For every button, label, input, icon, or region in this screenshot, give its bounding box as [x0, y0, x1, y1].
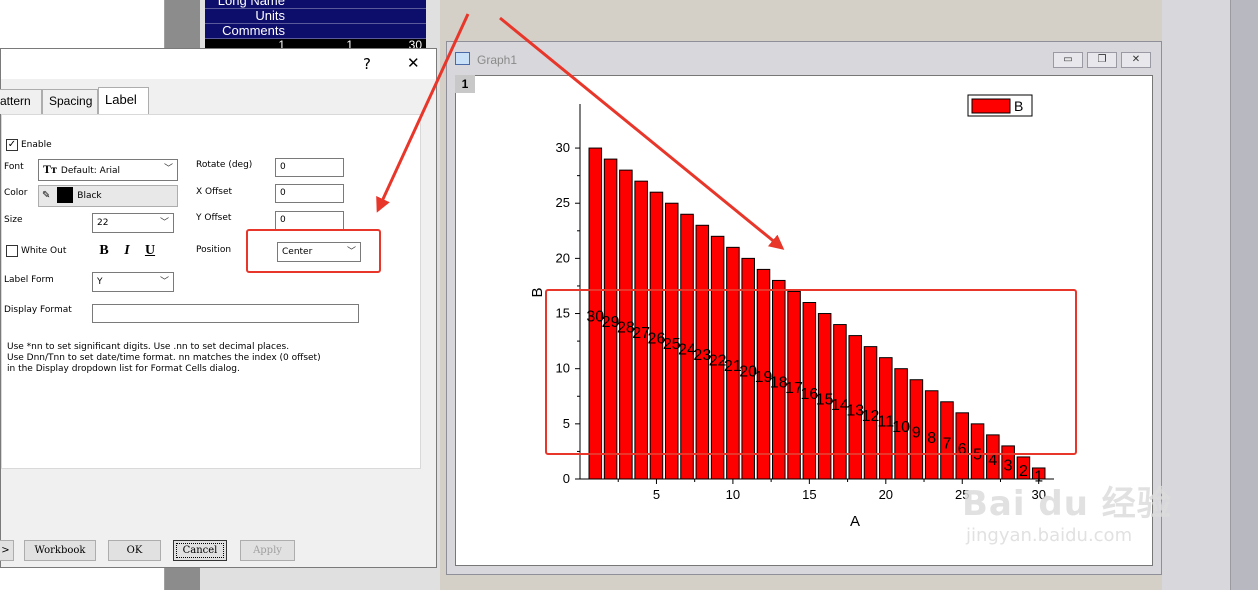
y-tick-label: 30 — [556, 140, 570, 155]
font-value: Default: Arial — [60, 166, 121, 176]
chevron-down-icon: ﹀ — [159, 218, 169, 228]
ok-button[interactable]: OK — [108, 540, 161, 561]
enable-label: Enable — [21, 140, 52, 150]
sheet-cell[interactable] — [289, 24, 357, 39]
bold-button[interactable]: B — [95, 242, 113, 260]
baidu-watermark: Bai du 经验 jingyan.baidu.com — [962, 476, 1172, 546]
cancel-button[interactable]: Cancel — [173, 540, 227, 561]
workbook-button[interactable]: Workbook — [24, 540, 96, 561]
watermark-brand: Bai du 经验 — [962, 484, 1172, 524]
size-select[interactable]: 22 ﹀ — [92, 213, 174, 233]
chevron-down-icon: ﹀ — [163, 164, 173, 174]
format-help-text: Use *nn to set significant digits. Use .… — [7, 342, 321, 375]
x-offset-label: X Offset — [196, 187, 233, 197]
display-format-input[interactable] — [92, 304, 359, 323]
right-toolbar — [1230, 0, 1258, 590]
truetype-icon: Tт — [43, 162, 57, 176]
chevron-down-icon: ﹀ — [159, 277, 169, 287]
graph-window-icon — [455, 52, 470, 65]
label-form-select[interactable]: Y ﹀ — [92, 272, 174, 292]
y-tick-label: 25 — [556, 195, 570, 210]
x-tick-label: 10 — [726, 487, 740, 502]
sheet-cell[interactable] — [357, 24, 426, 39]
enable-checkbox[interactable]: ✓ — [6, 139, 18, 151]
x-offset-input[interactable]: 0 — [275, 184, 344, 203]
apply-button[interactable]: Apply — [240, 540, 295, 561]
help-line: Use Dnn/Tnn to set date/time format. nn … — [7, 353, 321, 363]
x-tick-label: 15 — [802, 487, 816, 502]
display-format-label: Display Format — [4, 305, 72, 315]
italic-button[interactable]: I — [118, 242, 136, 260]
watermark-url: jingyan.baidu.com — [966, 525, 1133, 546]
y-tick-label: 20 — [556, 250, 570, 265]
color-label: Color — [4, 188, 28, 198]
pencil-icon: ✎ — [42, 190, 51, 201]
help-button[interactable]: ? — [363, 55, 371, 73]
help-line: Use *nn to set significant digits. Use .… — [7, 342, 290, 352]
sheet-row-label[interactable]: Units — [205, 9, 289, 24]
position-label: Position — [196, 245, 232, 255]
graph-window-title: Graph1 — [477, 53, 518, 67]
underline-button[interactable]: U — [141, 242, 159, 260]
x-tick-label: 5 — [653, 487, 660, 502]
close-icon[interactable]: ✕ — [1121, 52, 1151, 68]
labels-highlight-box — [545, 289, 1077, 455]
label-tab-panel: ✓ Enable Font Tт Default: Arial ﹀ Color ✎… — [1, 114, 421, 469]
layer-tab[interactable]: 1 — [455, 75, 475, 93]
tab-label[interactable]: Label — [98, 87, 149, 114]
font-select[interactable]: Tт Default: Arial ﹀ — [38, 159, 178, 181]
sheet-cell[interactable] — [357, 9, 426, 24]
close-icon[interactable]: ✕ — [407, 54, 420, 72]
white-out-label: White Out — [21, 246, 67, 256]
size-label: Size — [4, 215, 23, 225]
size-value: 22 — [97, 218, 109, 228]
position-highlight-box — [246, 229, 381, 273]
data-label: 3 — [1004, 457, 1013, 474]
legend-label: B — [1014, 98, 1023, 114]
plot-details-dialog: ? ✕ attern Spacing Label ✓ Enable Font T… — [0, 48, 437, 568]
y-axis-title: B — [529, 287, 546, 297]
minimize-icon[interactable]: ▭ — [1053, 52, 1083, 68]
y-offset-input[interactable]: 0 — [275, 211, 344, 230]
y-offset-label: Y Offset — [196, 213, 232, 223]
color-swatch — [57, 186, 74, 203]
dialog-titlebar: ? ✕ — [1, 49, 436, 79]
maximize-icon[interactable]: ❐ — [1087, 52, 1117, 68]
help-line: in the Display dropdown list for Format … — [7, 364, 240, 374]
tab-pattern[interactable]: attern — [0, 89, 42, 114]
white-out-checkbox[interactable] — [6, 245, 18, 257]
color-button[interactable]: ✎ Black — [38, 185, 178, 207]
y-tick-label: 0 — [563, 471, 570, 486]
rotate-label: Rotate (deg) — [196, 160, 253, 170]
sheet-cell[interactable] — [357, 0, 426, 9]
sheet-cell[interactable] — [289, 0, 357, 9]
sheet-row-label[interactable]: Comments — [205, 24, 289, 39]
sheet-cell[interactable] — [289, 9, 357, 24]
tab-spacing[interactable]: Spacing — [42, 89, 98, 114]
legend-swatch — [971, 98, 1011, 114]
x-tick-label: 20 — [879, 487, 893, 502]
color-value: Black — [77, 191, 102, 201]
arrow-button[interactable]: > — [0, 540, 14, 561]
label-form-label: Label Form — [4, 275, 54, 285]
label-form-value: Y — [97, 277, 103, 287]
rotate-input[interactable]: 0 — [275, 158, 344, 177]
x-axis-title: A — [850, 513, 860, 530]
font-label: Font — [4, 162, 24, 172]
